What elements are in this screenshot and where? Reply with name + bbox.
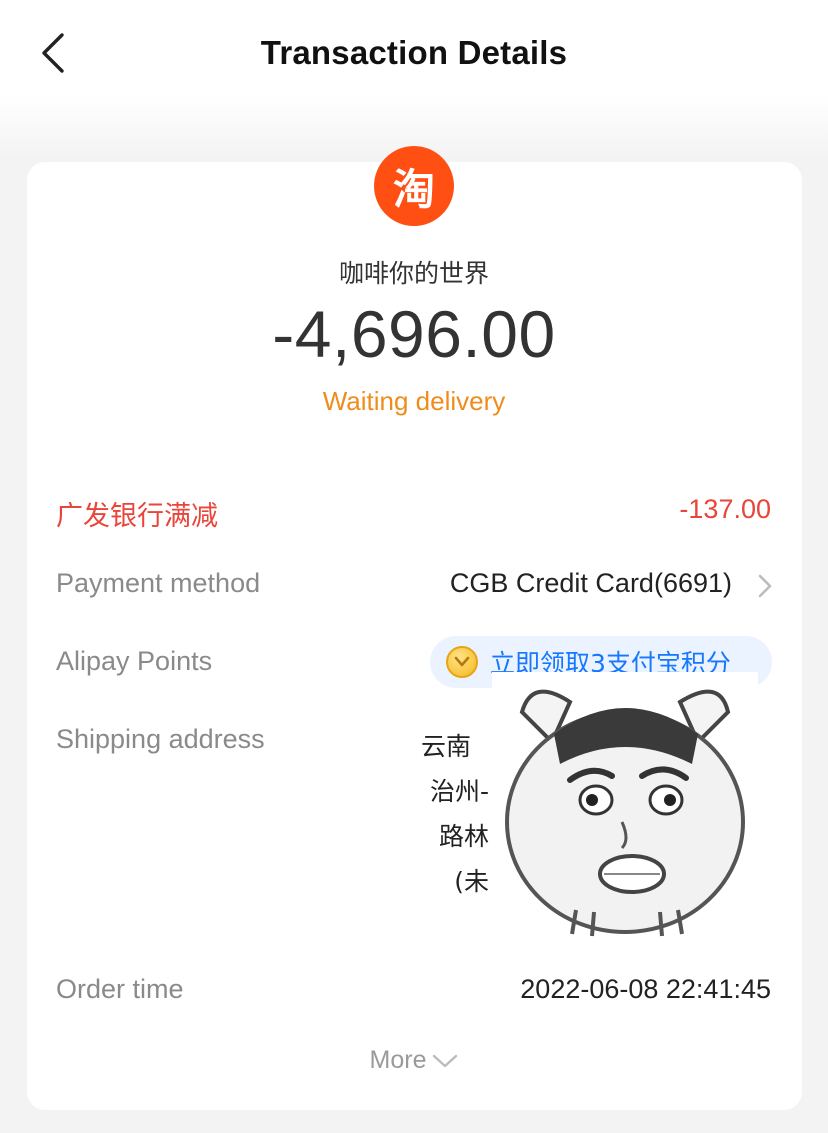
more-button[interactable]: More [0, 1046, 828, 1075]
order-time-label: Order time [56, 974, 184, 1004]
transaction-status: Waiting delivery [322, 386, 506, 416]
more-label: More [369, 1046, 427, 1074]
alipay-points-label: Alipay Points [56, 646, 213, 676]
cat-face-sticker [492, 672, 758, 942]
taobao-icon: 淘 [374, 146, 454, 226]
payment-method-label: Payment method [56, 568, 261, 598]
discount-label: 广发银行满减 [56, 501, 218, 531]
transaction-amount: -4,696.00 [272, 297, 556, 371]
merchant-logo: 淘 [374, 146, 454, 226]
chevron-right-icon[interactable] [752, 570, 776, 602]
coin-icon [446, 646, 478, 678]
order-time-value: 2022-06-08 22:41:45 [520, 974, 771, 1004]
nav-bar: Transaction Details [0, 0, 828, 108]
merchant-name: 咖啡你的世界 [338, 259, 489, 288]
page-title: Transaction Details [260, 34, 568, 71]
payment-method-value[interactable]: CGB Credit Card(6691) [450, 568, 732, 599]
discount-value: -137.00 [679, 494, 771, 524]
shipping-address-label: Shipping address [56, 724, 265, 754]
chevron-down-icon [433, 1055, 458, 1068]
